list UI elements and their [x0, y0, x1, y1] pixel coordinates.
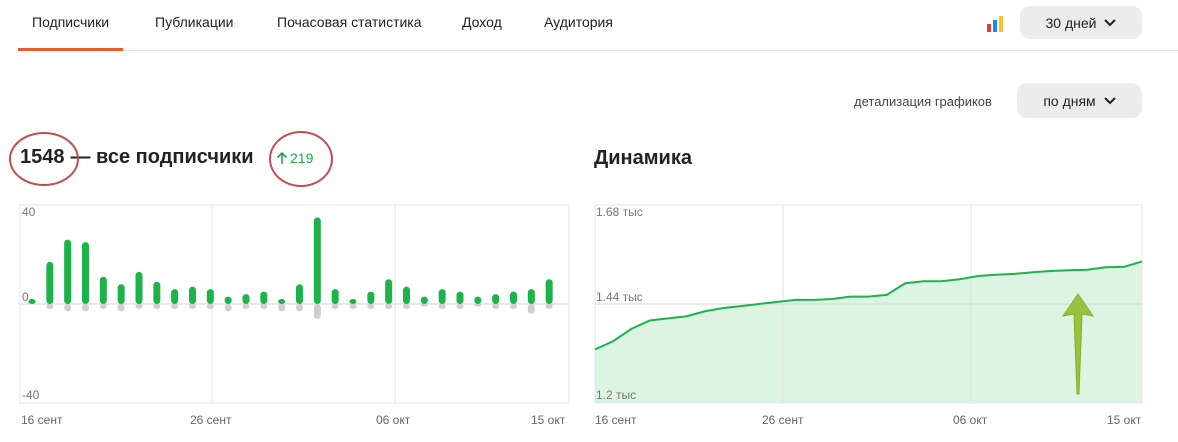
bar [313, 304, 321, 319]
y-tick-label: 1.68 тыс [596, 205, 643, 219]
bar [349, 299, 357, 304]
bar [367, 291, 375, 304]
bar [278, 304, 286, 312]
bar [510, 304, 517, 309]
bar [82, 242, 89, 304]
bar [171, 289, 179, 304]
bar [474, 296, 482, 304]
bar [403, 304, 410, 309]
period-select-label: 30 дней [1045, 14, 1097, 31]
bar [99, 276, 107, 304]
bar [385, 304, 393, 309]
bar-chart-icon[interactable] [985, 14, 1005, 32]
bar [99, 304, 107, 309]
tab-subscribers[interactable]: Подписчики [17, 14, 124, 51]
bar [331, 304, 339, 309]
x-tick-label: 15 окт [531, 413, 566, 427]
bar [349, 304, 357, 309]
x-tick-label: 26 сент [190, 413, 232, 427]
x-tick-label: 16 сент [595, 413, 637, 427]
detail-label: детализация графиков [854, 94, 992, 109]
bar [82, 304, 89, 312]
bar [206, 289, 214, 304]
bar [224, 304, 232, 312]
bar [545, 279, 553, 304]
bar [117, 304, 125, 312]
chevron-down-icon [1104, 18, 1117, 26]
subscribers-title: — все подписчики [70, 146, 254, 168]
y-tick-label: 40 [22, 205, 36, 219]
bar [153, 304, 161, 309]
highlight-circle [9, 132, 79, 186]
dynamics-title: Динамика [594, 147, 692, 169]
bar [28, 299, 36, 304]
bar [545, 304, 553, 309]
bar [260, 291, 268, 304]
bar [456, 291, 464, 304]
tab-income[interactable]: Доход [462, 14, 502, 30]
bar [403, 286, 410, 304]
bar [242, 294, 250, 304]
bar [420, 296, 428, 304]
chevron-down-icon [1103, 96, 1116, 104]
bar [117, 284, 125, 304]
bar [492, 304, 500, 309]
bar [385, 279, 393, 304]
tab-audience[interactable]: Аудитория [544, 14, 613, 30]
bar [527, 304, 535, 314]
bar [135, 271, 143, 304]
subscribers-bar-chart: 40 0 -40 [19, 204, 570, 404]
bar [260, 304, 268, 309]
bar [296, 304, 303, 312]
detail-select-label: по дням [1043, 92, 1096, 109]
bar [331, 289, 339, 304]
bar [527, 289, 535, 304]
bar [278, 299, 286, 304]
y-tick-label: 1.44 тыс [596, 290, 643, 304]
y-tick-label: 1.2 тыс [596, 388, 636, 402]
bar [367, 304, 375, 309]
x-tick-label: 06 окт [953, 413, 988, 427]
bar [153, 281, 161, 304]
x-tick-label: 06 окт [376, 413, 411, 427]
bar [456, 304, 464, 309]
bar [474, 304, 482, 307]
bar [438, 289, 446, 304]
tab-hourly-stats[interactable]: Почасовая статистика [277, 14, 422, 30]
bar [64, 239, 72, 304]
x-tick-label: 15 окт [1107, 413, 1142, 427]
bar [206, 304, 214, 309]
bar [135, 304, 143, 309]
bar [64, 304, 72, 312]
bar [510, 291, 517, 304]
bar [46, 304, 54, 309]
y-tick-label: 0 [22, 290, 29, 304]
bar [189, 286, 196, 304]
x-tick-label: 16 сент [21, 413, 63, 427]
bar [171, 304, 179, 309]
detail-select[interactable]: по дням [1017, 83, 1142, 118]
tab-publications[interactable]: Публикации [155, 14, 233, 30]
y-tick-label: -40 [22, 388, 40, 402]
annotation-arrow-icon [1061, 293, 1095, 395]
x-tick-label: 26 сент [762, 413, 804, 427]
bar [224, 296, 232, 304]
bar [46, 261, 54, 304]
bar [242, 304, 250, 309]
bar [438, 304, 446, 309]
highlight-circle [269, 131, 333, 187]
bar [420, 304, 428, 307]
bar [313, 217, 321, 304]
bar [189, 304, 196, 309]
bar [492, 294, 500, 304]
bar [296, 284, 303, 304]
period-select[interactable]: 30 дней [1020, 6, 1142, 39]
